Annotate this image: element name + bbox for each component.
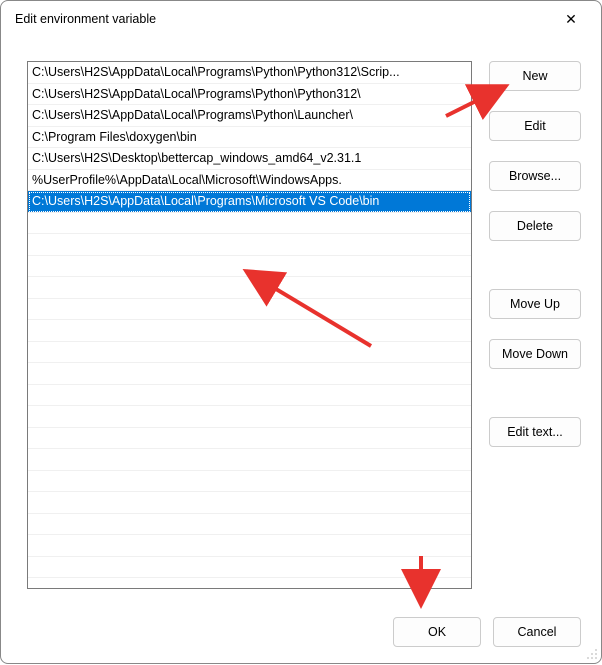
- resize-grip-icon[interactable]: [587, 649, 599, 661]
- cancel-button[interactable]: Cancel: [493, 617, 581, 647]
- path-list-row[interactable]: C:\Users\H2S\AppData\Local\Programs\Pyth…: [28, 84, 471, 106]
- ok-button[interactable]: OK: [393, 617, 481, 647]
- path-list-row[interactable]: %UserProfile%\AppData\Local\Microsoft\Wi…: [28, 170, 471, 192]
- path-list-row[interactable]: [28, 299, 471, 321]
- path-list-row[interactable]: [28, 213, 471, 235]
- delete-button[interactable]: Delete: [489, 211, 581, 241]
- path-list-row[interactable]: C:\Users\H2S\AppData\Local\Programs\Micr…: [28, 191, 471, 213]
- path-list-row[interactable]: [28, 320, 471, 342]
- move-up-button[interactable]: Move Up: [489, 289, 581, 319]
- path-list-row[interactable]: [28, 449, 471, 471]
- path-list-row[interactable]: C:\Program Files\doxygen\bin: [28, 127, 471, 149]
- path-list-row[interactable]: [28, 406, 471, 428]
- new-button[interactable]: New: [489, 61, 581, 91]
- path-list-row[interactable]: [28, 385, 471, 407]
- path-list-row[interactable]: C:\Users\H2S\Desktop\bettercap_windows_a…: [28, 148, 471, 170]
- path-list-row[interactable]: C:\Users\H2S\AppData\Local\Programs\Pyth…: [28, 62, 471, 84]
- path-list-row[interactable]: [28, 471, 471, 493]
- path-list-row[interactable]: [28, 234, 471, 256]
- browse-button[interactable]: Browse...: [489, 161, 581, 191]
- path-list-row[interactable]: [28, 256, 471, 278]
- path-list-row[interactable]: [28, 514, 471, 536]
- dialog-content: C:\Users\H2S\AppData\Local\Programs\Pyth…: [27, 61, 581, 647]
- path-list-row[interactable]: [28, 428, 471, 450]
- edit-button[interactable]: Edit: [489, 111, 581, 141]
- path-list-row[interactable]: [28, 557, 471, 579]
- bottom-button-row: OK Cancel: [393, 617, 581, 647]
- move-down-button[interactable]: Move Down: [489, 339, 581, 369]
- path-list-row[interactable]: [28, 277, 471, 299]
- close-button[interactable]: ✕: [551, 4, 591, 34]
- close-icon: ✕: [565, 11, 577, 28]
- path-listbox[interactable]: C:\Users\H2S\AppData\Local\Programs\Pyth…: [27, 61, 472, 589]
- side-button-column: New Edit Browse... Delete Move Up Move D…: [489, 61, 581, 447]
- edit-text-button[interactable]: Edit text...: [489, 417, 581, 447]
- path-list-row[interactable]: [28, 535, 471, 557]
- path-list-row[interactable]: [28, 492, 471, 514]
- path-list-row[interactable]: [28, 363, 471, 385]
- titlebar: Edit environment variable ✕: [1, 1, 601, 37]
- path-list-row[interactable]: C:\Users\H2S\AppData\Local\Programs\Pyth…: [28, 105, 471, 127]
- path-list-row[interactable]: [28, 342, 471, 364]
- window-title: Edit environment variable: [15, 12, 156, 26]
